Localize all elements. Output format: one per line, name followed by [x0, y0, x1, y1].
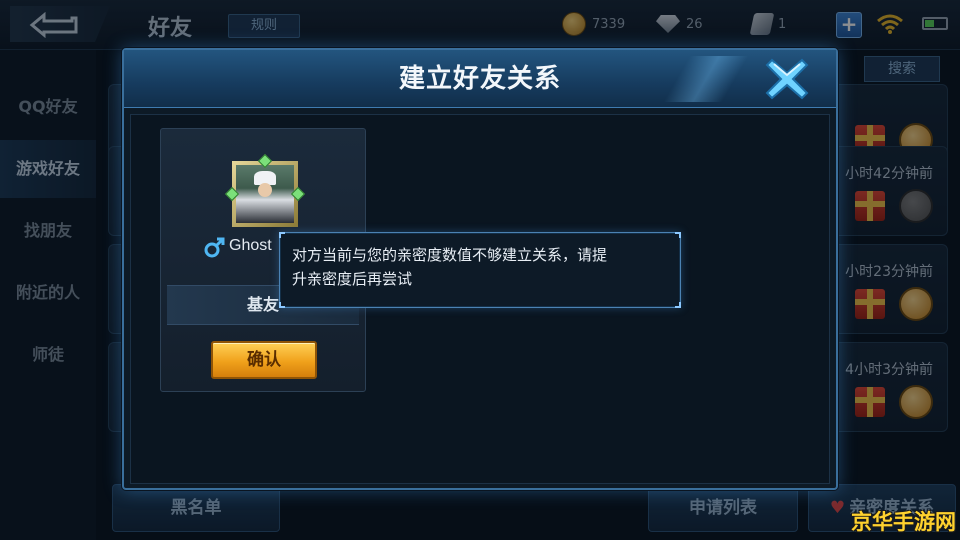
tooltip-corner	[675, 232, 681, 238]
watermark: 京华手游网	[851, 510, 956, 534]
male-icon	[204, 237, 225, 258]
confirm-button[interactable]: 确认	[211, 341, 317, 379]
avatar	[232, 161, 298, 227]
dialog-title: 建立好友关系	[398, 64, 561, 94]
tooltip-corner	[675, 302, 681, 308]
tooltip-corner	[279, 302, 285, 308]
avatar-image	[236, 165, 294, 223]
tooltip-line-2: 升亲密度后再尝试	[292, 270, 413, 288]
tooltip-corner	[279, 232, 285, 238]
close-icon[interactable]	[764, 56, 810, 102]
tooltip-line-1: 对方当前与您的亲密度数值不够建立关系，请提	[292, 246, 608, 264]
intimacy-warning-tooltip: 对方当前与您的亲密度数值不够建立关系，请提 升亲密度后再尝试	[279, 232, 681, 308]
player-name: Ghost	[229, 237, 272, 254]
